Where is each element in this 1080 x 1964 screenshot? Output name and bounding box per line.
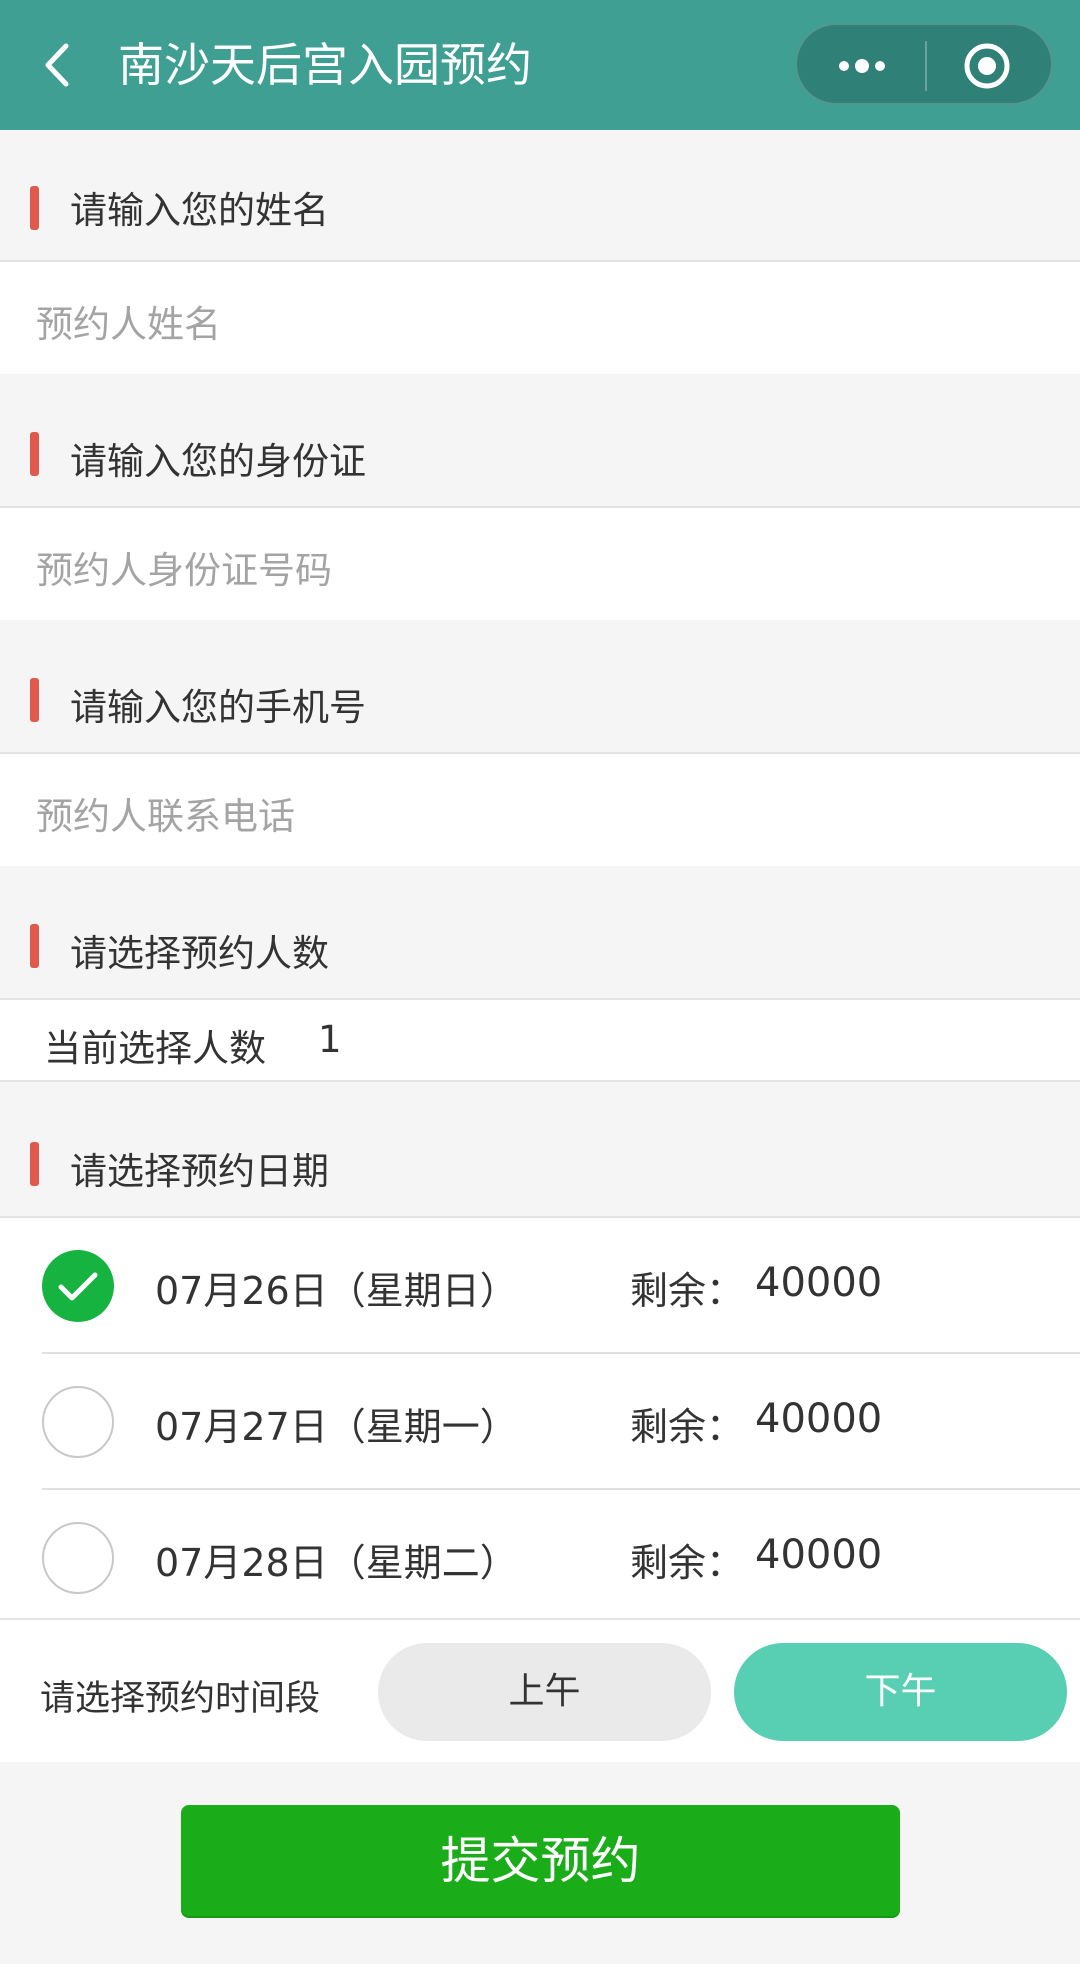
unselected-radio-button[interactable] [42,1522,114,1594]
date-option-row[interactable]: 07月28日（星期二） 剩余： 40000 [0,1490,1080,1626]
selected-radio-button[interactable] [42,1250,114,1322]
name-section-title: 请输入您的姓名 [70,189,329,232]
date-label: 07月26日（星期日） [155,1269,518,1313]
date-option-row[interactable]: 07月27日（星期一） 剩余： 40000 [0,1354,1080,1490]
date-label: 07月27日（星期一） [155,1405,518,1449]
remaining-label: 剩余： [630,1541,745,1585]
date-section-title: 请选择预约日期 [70,1150,329,1193]
section-accent-bar [30,432,39,476]
people-count-section-header: 请选择预约人数 [0,890,1080,998]
date-option-row[interactable]: 07月26日（星期日） 剩余： 40000 [0,1218,1080,1354]
section-accent-bar [30,1142,39,1186]
name-input[interactable]: 预约人姓名 [0,262,1080,374]
capsule-divider [925,41,927,91]
section-accent-bar [30,678,39,722]
more-dots-icon[interactable] [830,41,894,91]
section-accent-bar [30,924,39,968]
afternoon-time-button[interactable]: 下午 [734,1643,1067,1741]
remaining-label: 剩余： [630,1405,745,1449]
mini-program-capsule [795,23,1053,105]
name-section-header: 请输入您的姓名 [0,130,1080,260]
id-card-section-title: 请输入您的身份证 [70,440,366,483]
id-card-section-header: 请输入您的身份证 [0,398,1080,506]
remaining-value: 40000 [755,1532,883,1578]
section-accent-bar [30,186,39,230]
remaining-label: 剩余： [630,1269,745,1313]
morning-time-button[interactable]: 上午 [378,1643,711,1741]
date-label: 07月28日（星期二） [155,1541,518,1585]
phone-input-placeholder: 预约人联系电话 [36,795,295,838]
time-period-row: 请选择预约时间段 上午 下午 [0,1620,1080,1762]
page-title: 南沙天后宫入园预约 [118,38,532,92]
top-navigation-bar: 南沙天后宫入园预约 [0,0,1080,130]
name-input-placeholder: 预约人姓名 [36,303,221,346]
remaining-value: 40000 [755,1396,883,1442]
people-count-section-title: 请选择预约人数 [70,932,329,975]
unselected-radio-button[interactable] [42,1386,114,1458]
people-count-row[interactable]: 当前选择人数 1 [0,1000,1080,1080]
time-period-label: 请选择预约时间段 [40,1679,321,1719]
divider [0,1080,1080,1082]
phone-section-title: 请输入您的手机号 [70,686,366,729]
people-count-value: 1 [318,1018,342,1061]
phone-section-header: 请输入您的手机号 [0,644,1080,752]
submit-reservation-button[interactable]: 提交预约 [181,1805,900,1918]
id-card-input-placeholder: 预约人身份证号码 [36,549,332,592]
chevron-left-icon[interactable] [38,40,78,90]
date-section-header: 请选择预约日期 [0,1108,1080,1216]
people-count-label: 当前选择人数 [44,1027,266,1070]
target-icon[interactable] [960,39,1014,93]
phone-input[interactable]: 预约人联系电话 [0,754,1080,866]
id-card-input[interactable]: 预约人身份证号码 [0,508,1080,620]
remaining-value: 40000 [755,1260,883,1306]
checkmark-icon [58,1272,98,1301]
